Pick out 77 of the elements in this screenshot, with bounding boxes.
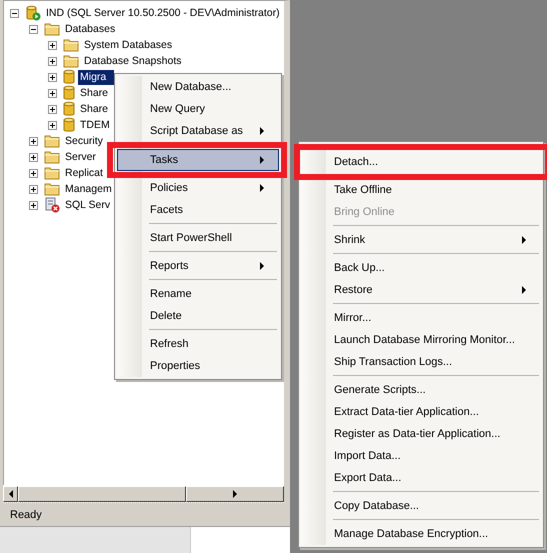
menu-item[interactable]: Detach...: [301, 151, 541, 173]
tree-item[interactable]: Database Snapshots: [82, 54, 184, 68]
menu-item[interactable]: Start PowerShell: [117, 227, 279, 249]
tree-item[interactable]: Managem: [63, 182, 114, 196]
expand-icon[interactable]: [48, 56, 57, 66]
menu-item[interactable]: Generate Scripts...: [301, 379, 541, 401]
folder-icon: [44, 22, 60, 36]
submenu-arrow-icon: [260, 127, 264, 135]
submenu-arrow-icon: [260, 262, 264, 270]
scroll-right-button[interactable]: [186, 486, 284, 502]
expand-icon[interactable]: [48, 120, 57, 130]
horizontal-scrollbar[interactable]: [3, 485, 284, 503]
expand-icon[interactable]: [29, 136, 38, 146]
menu-item[interactable]: Policies: [117, 177, 279, 199]
menu-item[interactable]: Manage Database Encryption...: [301, 523, 541, 545]
status-text: Ready: [10, 508, 42, 520]
menu-item[interactable]: Shrink: [301, 229, 541, 251]
tree-item[interactable]: Server: [63, 150, 98, 164]
menu-item[interactable]: Properties: [117, 355, 279, 377]
menu-item[interactable]: Launch Database Mirroring Monitor...: [301, 329, 541, 351]
tree-item[interactable]: SQL Serv: [63, 198, 112, 212]
menu-item[interactable]: New Query: [117, 98, 279, 120]
database-icon: [63, 85, 75, 101]
menu-item[interactable]: Reports: [117, 255, 279, 277]
menu-item[interactable]: Rename: [117, 283, 279, 305]
menu-item[interactable]: Restore: [301, 279, 541, 301]
menu-item[interactable]: Ship Transaction Logs...: [301, 351, 541, 373]
tree-item[interactable]: Share: [78, 86, 110, 100]
expand-icon[interactable]: [29, 168, 38, 178]
menu-item[interactable]: Tasks: [117, 149, 279, 171]
expand-icon[interactable]: [48, 104, 57, 114]
tree-item[interactable]: Share: [78, 102, 110, 116]
submenu-arrow-icon: [260, 184, 264, 192]
menu-item[interactable]: Import Data...: [301, 445, 541, 467]
expand-icon[interactable]: [29, 184, 38, 194]
tree-item[interactable]: Databases: [63, 22, 118, 36]
expand-icon[interactable]: [29, 152, 38, 162]
tree-item[interactable]: System Databases: [82, 38, 174, 52]
expand-icon[interactable]: [48, 72, 57, 82]
menu-item[interactable]: Script Database as: [117, 120, 279, 142]
tree-item[interactable]: IND (SQL Server 10.50.2500 - DEV\Administrator): [44, 6, 282, 20]
database-icon: [63, 69, 75, 85]
menu-item[interactable]: New Database...: [117, 76, 279, 98]
submenu-arrow-icon: [260, 156, 264, 164]
menu-item[interactable]: Register as Data-tier Application...: [301, 423, 541, 445]
expand-icon[interactable]: [48, 40, 57, 50]
menu-item[interactable]: Facets: [117, 199, 279, 221]
scrollbar-thumb[interactable]: [18, 486, 186, 502]
expand-icon[interactable]: [48, 88, 57, 98]
folder-icon: [63, 54, 79, 68]
menu-item[interactable]: Copy Database...: [301, 495, 541, 517]
collapse-icon[interactable]: [29, 24, 38, 34]
agent-icon: [44, 197, 60, 213]
menu-item[interactable]: Export Data...: [301, 467, 541, 489]
menu-item[interactable]: Extract Data-tier Application...: [301, 401, 541, 423]
menu-item[interactable]: Refresh: [117, 333, 279, 355]
submenu-arrow-icon: [522, 236, 526, 244]
server-icon: [25, 5, 41, 21]
database-icon: [63, 101, 75, 117]
folder-icon: [44, 150, 60, 164]
collapse-icon[interactable]: [10, 8, 19, 18]
menu-item[interactable]: Back Up...: [301, 257, 541, 279]
menu-item[interactable]: Delete: [117, 305, 279, 327]
folder-icon: [44, 182, 60, 196]
expand-icon[interactable]: [29, 200, 38, 210]
folder-icon: [44, 134, 60, 148]
menu-item[interactable]: Take Offline: [301, 179, 541, 201]
menu-item[interactable]: Mirror...: [301, 307, 541, 329]
folder-icon: [63, 38, 79, 52]
tree-item[interactable]: TDEM: [78, 118, 112, 132]
tree-item[interactable]: Replicat: [63, 166, 105, 180]
tree-item[interactable]: Migra: [78, 70, 114, 84]
folder-icon: [44, 166, 60, 180]
tree-item[interactable]: Security: [63, 134, 105, 148]
scroll-left-button[interactable]: [3, 486, 18, 502]
database-icon: [63, 117, 75, 133]
submenu-arrow-icon: [522, 286, 526, 294]
